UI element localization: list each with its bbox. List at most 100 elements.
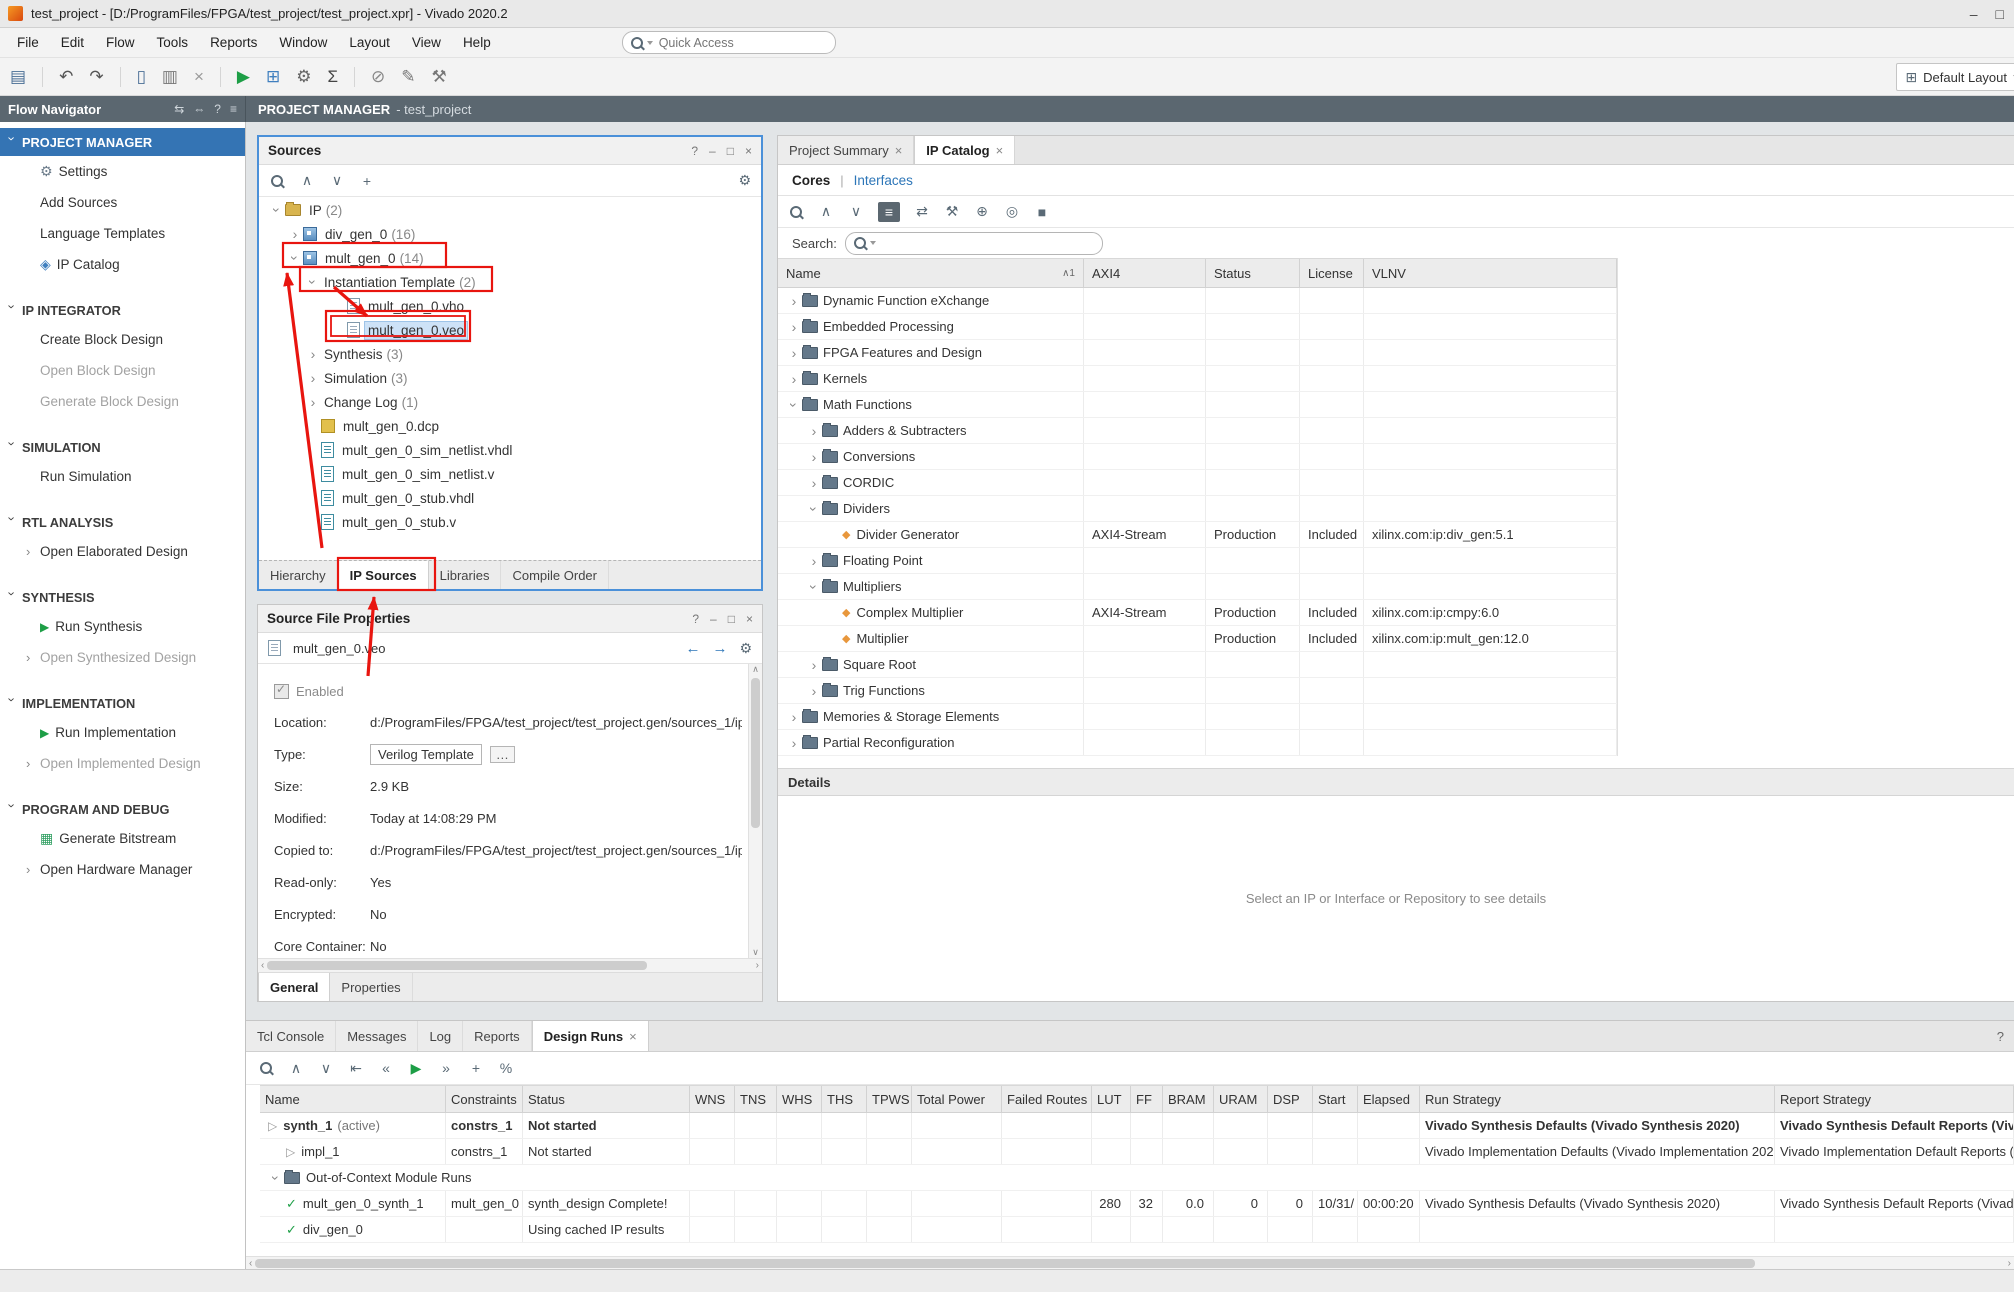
refresh-icon[interactable]: ⇄ (914, 202, 930, 222)
scroll-left-icon[interactable]: ‹ (249, 1258, 252, 1269)
catalog-row-conversions[interactable]: ›Conversions (778, 444, 1617, 470)
sources-tab-hierarchy[interactable]: Hierarchy (259, 561, 338, 589)
column-header-dsp[interactable]: DSP (1268, 1086, 1313, 1112)
tree-item-ip[interactable]: ›IP(2) (259, 198, 761, 222)
close-icon[interactable]: × (895, 143, 903, 158)
chevron-right-icon[interactable]: › (806, 553, 822, 569)
flow-section-header-simulation[interactable]: ›SIMULATION (0, 433, 245, 461)
catalog-row-partial-reconfiguration[interactable]: ›Partial Reconfiguration (778, 730, 1617, 756)
sources-settings-gear-icon[interactable]: ⚙ (738, 172, 751, 189)
column-header-ff[interactable]: FF (1131, 1086, 1163, 1112)
quick-access-search[interactable] (622, 31, 836, 54)
column-header-vlnv[interactable]: VLNV (1364, 259, 1617, 287)
column-header-failed-routes[interactable]: Failed Routes (1002, 1086, 1092, 1112)
bottom-tab-reports[interactable]: Reports (463, 1021, 532, 1051)
chevron-down-icon[interactable]: › (806, 501, 822, 517)
flow-item-create-block-design[interactable]: Create Block Design (0, 324, 245, 355)
tree-item-mult-gen-0-dcp[interactable]: mult_gen_0.dcp (259, 414, 761, 438)
dock-left-icon[interactable]: ⇆ (174, 102, 184, 116)
chevron-down-icon[interactable]: › (786, 397, 802, 413)
flow-item-open-synthesized-design[interactable]: ›Open Synthesized Design (0, 642, 245, 673)
flow-item-open-hardware-manager[interactable]: ›Open Hardware Manager (0, 854, 245, 885)
settings-icon[interactable]: ⚙ (296, 68, 311, 85)
undo-icon[interactable]: ↶ (59, 68, 73, 85)
search-icon[interactable] (788, 202, 804, 222)
tree-item-div-gen-0[interactable]: ›div_gen_0(16) (259, 222, 761, 246)
properties-tab-general[interactable]: General (258, 973, 330, 1001)
workspace-tab-project-summary[interactable]: Project Summary× (778, 136, 914, 164)
tree-item-mult-gen-0-stub-vhdl[interactable]: mult_gen_0_stub.vhdl (259, 486, 761, 510)
catalog-row-cordic[interactable]: ›CORDIC (778, 470, 1617, 496)
redo-icon[interactable]: ↷ (89, 68, 103, 85)
close-panel-icon[interactable]: × (746, 612, 753, 626)
search-icon[interactable] (258, 1058, 274, 1078)
percent-icon[interactable]: ⊘ (371, 68, 385, 85)
properties-settings-gear-icon[interactable]: ⚙ (739, 640, 752, 657)
chevron-right-icon[interactable]: › (786, 293, 802, 309)
chevron-right-icon[interactable]: ▷ (268, 1119, 277, 1133)
catalog-row-floating-point[interactable]: ›Floating Point (778, 548, 1617, 574)
tree-item-change-log[interactable]: ›Change Log(1) (259, 390, 761, 414)
catalog-row-dynamic-function-exchange[interactable]: ›Dynamic Function eXchange (778, 288, 1617, 314)
collapse-all-icon[interactable]: ∧ (818, 202, 834, 222)
tree-item-mult-gen-0-vho[interactable]: mult_gen_0.vho (259, 294, 761, 318)
menu-flow[interactable]: Flow (95, 28, 146, 58)
column-header-whs[interactable]: WHS (777, 1086, 822, 1112)
flow-item-ip-catalog[interactable]: ◈IP Catalog (0, 249, 245, 280)
bottom-tab-messages[interactable]: Messages (336, 1021, 418, 1051)
catalog-row-multipliers[interactable]: ›Multipliers (778, 574, 1617, 600)
properties-hscrollbar[interactable]: ‹ › (258, 958, 762, 972)
view-tab-cores[interactable]: Cores (792, 173, 830, 188)
scroll-right-icon[interactable]: › (2008, 1258, 2011, 1269)
forward-button[interactable]: → (712, 640, 727, 657)
expand-all-icon[interactable]: ∨ (318, 1058, 334, 1078)
bottom-tab-design-runs[interactable]: Design Runs× (532, 1021, 649, 1051)
chevron-right-icon[interactable]: › (287, 226, 303, 242)
chevron-right-icon[interactable]: › (806, 475, 822, 491)
report-icon[interactable]: ▯ (137, 68, 146, 85)
catalog-row-memories-storage-elements[interactable]: ›Memories & Storage Elements (778, 704, 1617, 730)
flow-item-open-elaborated-design[interactable]: ›Open Elaborated Design (0, 536, 245, 567)
minimize-button[interactable]: – (1970, 6, 1978, 22)
bottom-tab-tcl-console[interactable]: Tcl Console (246, 1021, 336, 1051)
column-header-bram[interactable]: BRAM (1163, 1086, 1214, 1112)
tree-item-mult-gen-0-sim-netlist-vhdl[interactable]: mult_gen_0_sim_netlist.vhdl (259, 438, 761, 462)
properties-vscrollbar[interactable]: ∧ ∨ (748, 664, 762, 958)
flow-item-add-sources[interactable]: Add Sources (0, 187, 245, 218)
float-panel-icon[interactable]: □ (728, 612, 735, 626)
copy-icon[interactable]: ▥ (162, 68, 178, 85)
close-panel-icon[interactable]: × (745, 144, 752, 158)
chevron-right-icon[interactable]: › (806, 449, 822, 465)
catalog-row-square-root[interactable]: ›Square Root (778, 652, 1617, 678)
chevron-right-icon[interactable]: › (806, 683, 822, 699)
tree-item-simulation[interactable]: ›Simulation(3) (259, 366, 761, 390)
catalog-row-trig-functions[interactable]: ›Trig Functions (778, 678, 1617, 704)
column-header-total-power[interactable]: Total Power (912, 1086, 1002, 1112)
chevron-right-icon[interactable]: › (806, 423, 822, 439)
catalog-row-fpga-features-and-design[interactable]: ›FPGA Features and Design (778, 340, 1617, 366)
bottom-tab-log[interactable]: Log (418, 1021, 463, 1051)
column-header-start[interactable]: Start (1313, 1086, 1358, 1112)
runs-row-div-gen-0[interactable]: ✓div_gen_0Using cached IP results (260, 1217, 2014, 1243)
column-header-status[interactable]: Status (1206, 259, 1300, 287)
help-icon[interactable]: ? (692, 612, 699, 626)
layout-selector[interactable]: ⊞ Default Layout (1896, 63, 2014, 91)
scroll-up-icon[interactable]: ∧ (752, 664, 759, 675)
ellipsis-button[interactable]: … (490, 746, 515, 763)
column-header-run-strategy[interactable]: Run Strategy (1420, 1086, 1775, 1112)
percent-icon[interactable]: % (498, 1058, 514, 1078)
tools-icon[interactable]: ⚒ (432, 68, 447, 85)
scrollbar-thumb[interactable] (255, 1259, 1755, 1268)
expand-panel-icon[interactable]: ⇔ (193, 102, 205, 116)
scroll-left-icon[interactable]: ‹ (261, 960, 264, 971)
scroll-down-icon[interactable]: ∨ (752, 947, 759, 958)
step-back-icon[interactable]: « (378, 1058, 394, 1078)
properties-panel-titlebar[interactable]: Source File Properties ?–□× (258, 605, 762, 633)
save-icon[interactable]: ▤ (10, 68, 26, 85)
chevron-down-icon[interactable]: › (806, 579, 822, 595)
chevron-down-icon[interactable]: › (287, 250, 303, 266)
column-header-tns[interactable]: TNS (735, 1086, 777, 1112)
menu-tools[interactable]: Tools (146, 28, 200, 58)
help-icon[interactable]: ? (1987, 1021, 2014, 1051)
ip-catalog-search-box[interactable] (845, 232, 1103, 255)
